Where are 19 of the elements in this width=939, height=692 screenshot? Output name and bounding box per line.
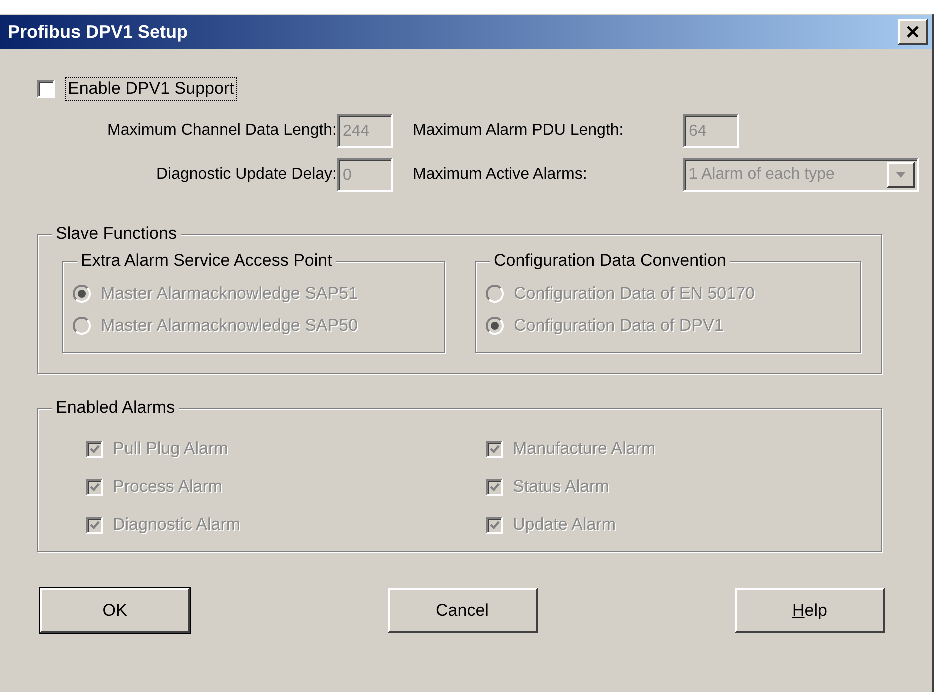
- field-label: Maximum Active Alarms:: [412, 166, 588, 184]
- field-label: Maximum Alarm PDU Length:: [412, 122, 625, 140]
- field-label: Diagnostic Update Delay:: [155, 166, 337, 184]
- checkbox[interactable]: [37, 80, 55, 98]
- close-icon: [906, 26, 920, 38]
- checkbox-label[interactable]: Enable DPV1 Support: [65, 77, 238, 101]
- group-title: Configuration Data Convention: [490, 251, 730, 271]
- check-icon: [88, 443, 100, 455]
- check-icon: [488, 481, 500, 493]
- window-title: Profibus DPV1 Setup: [8, 22, 188, 42]
- close-button[interactable]: [898, 19, 928, 45]
- field-label: Maximum Channel Data Length:: [106, 122, 337, 140]
- dialog-button[interactable]: Help: [735, 588, 885, 633]
- dialog-button[interactable]: Cancel: [388, 588, 538, 633]
- check-icon: [88, 481, 100, 493]
- dialog-button[interactable]: OK: [40, 588, 190, 633]
- check-icon: [488, 519, 500, 531]
- check-icon: [488, 443, 500, 455]
- check-icon: [88, 519, 100, 531]
